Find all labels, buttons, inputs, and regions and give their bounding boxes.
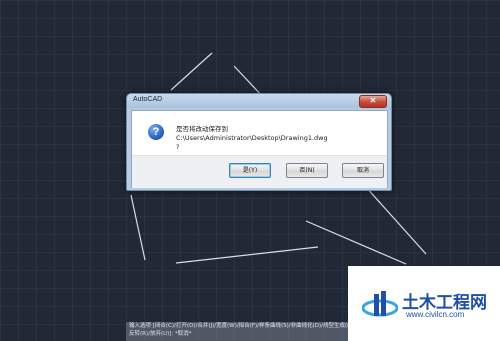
civilcn-logo-icon bbox=[362, 291, 398, 317]
polyline-segment bbox=[364, 185, 427, 255]
polyline-segment bbox=[175, 246, 319, 264]
save-changes-dialog: AutoCAD ✕ ? 是否将改动保存到 C:\Users\Administra… bbox=[126, 93, 392, 191]
message-area: ? 是否将改动保存到 C:\Users\Administrator\Deskto… bbox=[132, 111, 387, 155]
dialog-body: ? 是否将改动保存到 C:\Users\Administrator\Deskto… bbox=[131, 110, 388, 188]
yes-button[interactable]: 是(Y) bbox=[229, 163, 271, 178]
dialog-message: 是否将改动保存到 C:\Users\Administrator\Desktop\… bbox=[176, 125, 381, 152]
command-line-2: 反转(R)/放弃(U)]: *取消* bbox=[129, 331, 192, 337]
polyline-segment bbox=[305, 220, 407, 265]
question-icon: ? bbox=[148, 124, 164, 140]
cancel-button[interactable]: 取消 bbox=[342, 163, 384, 178]
message-line-1: 是否将改动保存到 C:\Users\Administrator\Desktop\… bbox=[176, 125, 328, 142]
watermark-url: www.civilcn.com bbox=[406, 310, 465, 319]
command-line-1: 输入选项 [闭合(C)/打开(O)/合并(J)/宽度(W)/拟合(F)/样条曲线… bbox=[129, 323, 355, 329]
polyline-segment bbox=[170, 52, 213, 91]
polyline-segment bbox=[130, 194, 146, 261]
watermark: 土木工程网 www.civilcn.com bbox=[348, 266, 500, 341]
button-bar: 是(Y) 否(N) 取消 bbox=[132, 155, 387, 188]
no-button[interactable]: 否(N) bbox=[286, 163, 328, 178]
command-line[interactable]: 输入选项 [闭合(C)/打开(O)/合并(J)/宽度(W)/拟合(F)/样条曲线… bbox=[126, 322, 362, 341]
message-line-2: ? bbox=[176, 143, 180, 151]
close-icon[interactable]: ✕ bbox=[359, 95, 387, 108]
dialog-title: AutoCAD bbox=[133, 96, 163, 103]
